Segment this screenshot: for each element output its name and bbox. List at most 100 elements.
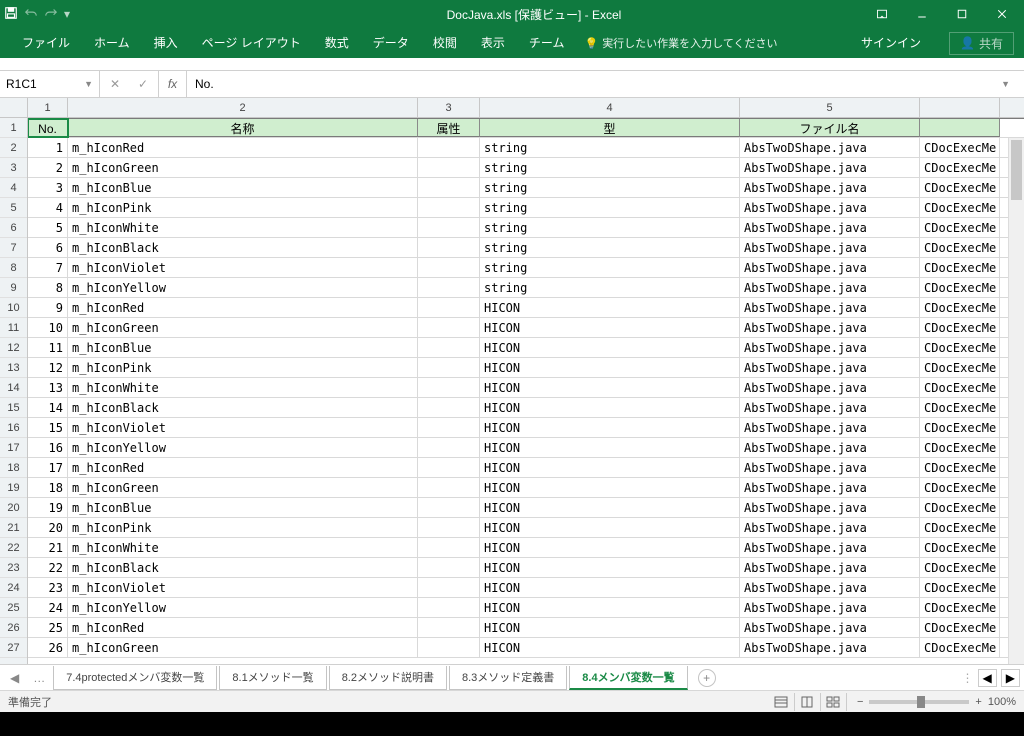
- cell[interactable]: CDocExecMe: [920, 158, 1000, 177]
- row-header[interactable]: 4: [0, 178, 27, 198]
- cell[interactable]: 16: [28, 438, 68, 457]
- cell[interactable]: CDocExecMe: [920, 518, 1000, 537]
- cell[interactable]: [418, 278, 480, 297]
- cell[interactable]: 23: [28, 578, 68, 597]
- cell[interactable]: 20: [28, 518, 68, 537]
- cell[interactable]: 9: [28, 298, 68, 317]
- hscroll-prev-icon[interactable]: ◀: [978, 669, 997, 687]
- cell[interactable]: AbsTwoDShape.java: [740, 458, 920, 477]
- cell[interactable]: CDocExecMe: [920, 638, 1000, 657]
- table-row[interactable]: 11m_hIconBlueHICONAbsTwoDShape.javaCDocE…: [28, 338, 1024, 358]
- cell[interactable]: CDocExecMe: [920, 258, 1000, 277]
- row-header[interactable]: 3: [0, 158, 27, 178]
- minimize-icon[interactable]: [904, 1, 940, 27]
- table-row[interactable]: 8m_hIconYellowstringAbsTwoDShape.javaCDo…: [28, 278, 1024, 298]
- cell[interactable]: AbsTwoDShape.java: [740, 398, 920, 417]
- cell[interactable]: 24: [28, 598, 68, 617]
- cell[interactable]: CDocExecMe: [920, 418, 1000, 437]
- row-header[interactable]: 16: [0, 418, 27, 438]
- cell[interactable]: 2: [28, 158, 68, 177]
- cell[interactable]: m_hIconPink: [68, 198, 418, 217]
- cell[interactable]: [418, 598, 480, 617]
- cell[interactable]: AbsTwoDShape.java: [740, 258, 920, 277]
- vertical-scrollbar[interactable]: [1008, 138, 1024, 664]
- cell[interactable]: AbsTwoDShape.java: [740, 598, 920, 617]
- cell[interactable]: AbsTwoDShape.java: [740, 138, 920, 157]
- table-row[interactable]: 2m_hIconGreenstringAbsTwoDShape.javaCDoc…: [28, 158, 1024, 178]
- cell[interactable]: 19: [28, 498, 68, 517]
- table-header-cell[interactable]: 属性: [418, 119, 480, 137]
- cell[interactable]: m_hIconWhite: [68, 218, 418, 237]
- table-row[interactable]: 20m_hIconPinkHICONAbsTwoDShape.javaCDocE…: [28, 518, 1024, 538]
- zoom-out-button[interactable]: −: [857, 696, 863, 708]
- table-row[interactable]: 18m_hIconGreenHICONAbsTwoDShape.javaCDoc…: [28, 478, 1024, 498]
- table-row[interactable]: 3m_hIconBluestringAbsTwoDShape.javaCDocE…: [28, 178, 1024, 198]
- cell[interactable]: AbsTwoDShape.java: [740, 318, 920, 337]
- cell[interactable]: HICON: [480, 418, 740, 437]
- hscroll-splitter[interactable]: ⋮: [962, 671, 974, 685]
- cell[interactable]: [418, 538, 480, 557]
- cell[interactable]: AbsTwoDShape.java: [740, 498, 920, 517]
- cell[interactable]: [418, 198, 480, 217]
- cell[interactable]: HICON: [480, 298, 740, 317]
- ribbon-tab-0[interactable]: ファイル: [10, 28, 82, 58]
- qat-dropdown-icon[interactable]: ▾: [64, 7, 70, 21]
- cell[interactable]: HICON: [480, 558, 740, 577]
- column-header[interactable]: 5: [740, 98, 920, 117]
- tab-nav-prev-icon[interactable]: ◀: [4, 671, 25, 685]
- page-layout-view-icon[interactable]: [795, 693, 821, 711]
- cell[interactable]: m_hIconGreen: [68, 318, 418, 337]
- table-row[interactable]: 22m_hIconBlackHICONAbsTwoDShape.javaCDoc…: [28, 558, 1024, 578]
- cell[interactable]: m_hIconGreen: [68, 638, 418, 657]
- sheet-tab[interactable]: 8.3メソッド定義書: [449, 666, 567, 690]
- cell[interactable]: HICON: [480, 438, 740, 457]
- cell[interactable]: [418, 298, 480, 317]
- cell[interactable]: HICON: [480, 378, 740, 397]
- cell[interactable]: string: [480, 198, 740, 217]
- cell[interactable]: AbsTwoDShape.java: [740, 158, 920, 177]
- cell[interactable]: AbsTwoDShape.java: [740, 338, 920, 357]
- cell[interactable]: m_hIconRed: [68, 618, 418, 637]
- accept-formula-icon[interactable]: ✓: [132, 77, 154, 91]
- cell[interactable]: CDocExecMe: [920, 298, 1000, 317]
- cell[interactable]: [418, 458, 480, 477]
- cell[interactable]: CDocExecMe: [920, 358, 1000, 377]
- cell[interactable]: m_hIconBlue: [68, 178, 418, 197]
- cell[interactable]: [418, 338, 480, 357]
- signin-link[interactable]: サインイン: [849, 28, 933, 58]
- cell[interactable]: CDocExecMe: [920, 498, 1000, 517]
- column-header[interactable]: [920, 98, 1000, 117]
- cell[interactable]: [418, 618, 480, 637]
- table-header-cell[interactable]: 名称: [68, 119, 418, 137]
- row-header[interactable]: 13: [0, 358, 27, 378]
- table-header-cell[interactable]: [920, 119, 1000, 137]
- cell[interactable]: [418, 358, 480, 377]
- row-header[interactable]: 15: [0, 398, 27, 418]
- zoom-level[interactable]: 100%: [988, 696, 1016, 708]
- cell[interactable]: CDocExecMe: [920, 578, 1000, 597]
- cell[interactable]: m_hIconBlack: [68, 398, 418, 417]
- cell[interactable]: AbsTwoDShape.java: [740, 578, 920, 597]
- save-icon[interactable]: [4, 6, 18, 23]
- ribbon-tab-4[interactable]: 数式: [313, 28, 361, 58]
- cell[interactable]: [418, 498, 480, 517]
- row-header[interactable]: 27: [0, 638, 27, 658]
- row-header[interactable]: 1: [0, 118, 27, 138]
- cell[interactable]: [418, 558, 480, 577]
- cell[interactable]: m_hIconGreen: [68, 158, 418, 177]
- table-row[interactable]: 21m_hIconWhiteHICONAbsTwoDShape.javaCDoc…: [28, 538, 1024, 558]
- cell[interactable]: HICON: [480, 598, 740, 617]
- formula-input[interactable]: No. ▼: [187, 71, 1024, 97]
- table-header-cell[interactable]: ファイル名: [740, 119, 920, 137]
- cell[interactable]: string: [480, 178, 740, 197]
- cell[interactable]: AbsTwoDShape.java: [740, 218, 920, 237]
- cell[interactable]: [418, 578, 480, 597]
- cell[interactable]: AbsTwoDShape.java: [740, 358, 920, 377]
- table-row[interactable]: 12m_hIconPinkHICONAbsTwoDShape.javaCDocE…: [28, 358, 1024, 378]
- cell[interactable]: m_hIconWhite: [68, 378, 418, 397]
- cell[interactable]: 22: [28, 558, 68, 577]
- cell[interactable]: AbsTwoDShape.java: [740, 638, 920, 657]
- cell[interactable]: 15: [28, 418, 68, 437]
- cell[interactable]: CDocExecMe: [920, 618, 1000, 637]
- cell[interactable]: AbsTwoDShape.java: [740, 478, 920, 497]
